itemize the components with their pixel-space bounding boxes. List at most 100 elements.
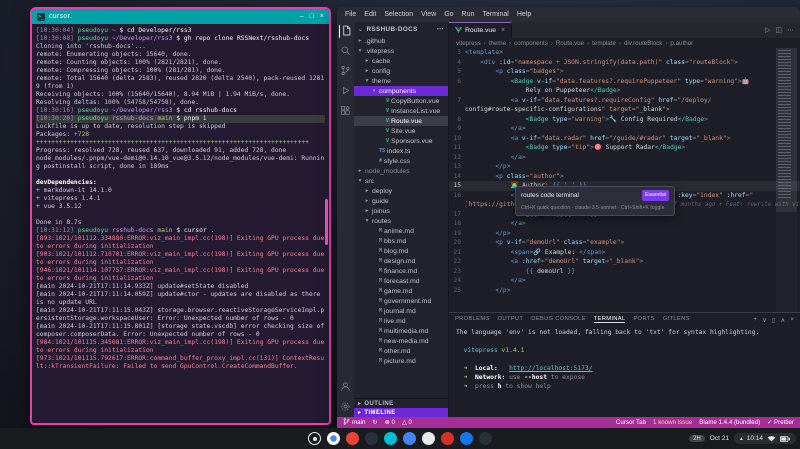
- tree-item-index.ts[interactable]: TSindex.ts: [354, 146, 448, 156]
- breadcrumb-item[interactable]: theme: [489, 40, 506, 47]
- tree-item-CopyButton.vue[interactable]: VCopyButton.vue: [354, 96, 448, 106]
- tree-item-blog.md[interactable]: Mblog.md: [354, 246, 448, 256]
- minimap[interactable]: [776, 48, 797, 312]
- breadcrumb-item[interactable]: Route.vue: [556, 40, 584, 47]
- tree-item-InstanceList.vue[interactable]: VInstanceList.vue: [354, 106, 448, 116]
- panel-tab-debug-console[interactable]: DEBUG CONSOLE: [531, 316, 585, 323]
- tray-expand-icon[interactable]: ▴: [740, 436, 743, 442]
- panel-tab-ports[interactable]: PORTS: [633, 316, 654, 323]
- code-line[interactable]: 9 </a>: [449, 124, 800, 134]
- tree-item-Site.vue[interactable]: VSite.vue: [354, 126, 448, 136]
- status-warn[interactable]: △ 0: [402, 419, 412, 426]
- minimap-viewport[interactable]: [776, 48, 797, 212]
- breadcrumb-item[interactable]: div.routeBlock: [624, 40, 662, 47]
- code-line[interactable]: 19 </p>: [449, 229, 800, 239]
- tree-item-game.md[interactable]: Mgame.md: [354, 286, 448, 296]
- code-line[interactable]: 3<template>: [449, 48, 800, 58]
- panel-terminal-output[interactable]: The language 'env' is not loaded, fallin…: [449, 326, 800, 417]
- menu-run[interactable]: Run: [462, 11, 475, 18]
- activity-run-debug[interactable]: [339, 85, 352, 98]
- status-1-known-issue[interactable]: 1 known issue: [653, 419, 692, 426]
- code-line[interactable]: 21 <span>🔗 Example: </span>: [449, 248, 800, 258]
- more-actions-icon[interactable]: ⋯: [787, 26, 794, 34]
- menu-view[interactable]: View: [421, 11, 436, 18]
- code-line[interactable]: 22 <a :href="demoUrl" target="_blank">: [449, 257, 800, 267]
- tree-item-finance.md[interactable]: Mfinance.md: [354, 266, 448, 276]
- code-line[interactable]: 10 <a v-if="data.radar" href="/guide/#ra…: [449, 134, 800, 144]
- code-line[interactable]: Rely on Puppeteer</Badge>: [449, 86, 800, 96]
- shelf-app-chrome[interactable]: [327, 432, 340, 445]
- run-button[interactable]: ▷: [765, 26, 770, 34]
- menu-help[interactable]: Help: [517, 11, 531, 18]
- tree-item-Route.vue[interactable]: VRoute.vue: [354, 116, 448, 126]
- tree-item-journal.md[interactable]: Mjournal.md: [354, 306, 448, 316]
- terminal-scrollbar[interactable]: [325, 199, 328, 245]
- tree-item-guide[interactable]: ▸guide: [354, 196, 448, 206]
- terminal-titlebar[interactable]: >_ cursor. – □ ×: [32, 9, 329, 24]
- code-line[interactable]: 18 </a>: [449, 219, 800, 229]
- code-line[interactable]: 8 <Badge type="warning">🔧 Config Require…: [449, 115, 800, 125]
- terminal-maximize-button[interactable]: □: [310, 13, 314, 20]
- tree-item-forecast.md[interactable]: Mforecast.md: [354, 276, 448, 286]
- activity-explorer[interactable]: [339, 25, 352, 38]
- activity-settings[interactable]: [339, 401, 352, 414]
- tree-item-cache[interactable]: ▸cache: [354, 56, 448, 66]
- code-line[interactable]: 13 </p>: [449, 162, 800, 172]
- maximize-panel-icon[interactable]: ∧: [780, 316, 785, 324]
- tree-item-config[interactable]: ▸config: [354, 66, 448, 76]
- code-line[interactable]: 12 </a>: [449, 153, 800, 163]
- code-line[interactable]: 25 </p>: [449, 286, 800, 296]
- shelf-app-files[interactable]: [384, 432, 397, 445]
- tree-item-.vitepress[interactable]: ▾.vitepress: [354, 46, 448, 56]
- tree-item-anime.md[interactable]: Manime.md: [354, 226, 448, 236]
- code-line[interactable]: 6 <Badge v-if="data.features?.requirePup…: [449, 77, 800, 87]
- tree-item-.github[interactable]: ▸.github: [354, 36, 448, 46]
- tree-item-theme[interactable]: ▾theme: [354, 76, 448, 86]
- status-cursor-tab[interactable]: Cursor Tab: [616, 419, 646, 426]
- kill-terminal-icon[interactable]: ▯: [772, 316, 776, 324]
- menu-file[interactable]: File: [345, 11, 356, 18]
- code-line[interactable]: 14 <p class="author">: [449, 172, 800, 182]
- shelf-app-photos[interactable]: [403, 432, 416, 445]
- tree-item-routes[interactable]: ▾routes: [354, 216, 448, 226]
- status-err[interactable]: ⊗ 0: [385, 419, 395, 426]
- code-line[interactable]: 23 {{ demoUrl }}: [449, 267, 800, 277]
- terminal-close-button[interactable]: ×: [320, 13, 324, 20]
- tree-item-new-media.md[interactable]: Mnew-media.md: [354, 336, 448, 346]
- activity-search[interactable]: [339, 45, 352, 58]
- panel-tab-terminal[interactable]: TERMINAL: [594, 316, 626, 323]
- tree-item-picture.md[interactable]: Mpicture.md: [354, 356, 448, 366]
- tree-item-components[interactable]: ▾components: [354, 86, 448, 96]
- tree-item-other.md[interactable]: Mother.md: [354, 346, 448, 356]
- menu-go[interactable]: Go: [444, 11, 453, 18]
- code-editor[interactable]: 3<template>4 <div :id="namespace + JSON.…: [449, 48, 800, 312]
- code-line[interactable]: 11 <Badge type="tip">🎯 Support Radar</Ba…: [449, 143, 800, 153]
- tree-item-multimedia.md[interactable]: Mmultimedia.md: [354, 326, 448, 336]
- tab-route-vue[interactable]: Route.vue ×: [449, 22, 512, 38]
- tree-item-bbs.md[interactable]: Mbbs.md: [354, 236, 448, 246]
- menu-terminal[interactable]: Terminal: [482, 11, 508, 18]
- breadcrumb-item[interactable]: components: [514, 40, 548, 47]
- split-editor-icon[interactable]: ◫: [775, 26, 782, 34]
- panel-tab-problems[interactable]: PROBLEMS: [455, 316, 490, 323]
- code-line[interactable]: 4 <div :id="namespace + JSON.stringify(d…: [449, 58, 800, 68]
- explorer-more-icon[interactable]: ⋯: [437, 25, 444, 33]
- menu-selection[interactable]: Selection: [384, 11, 413, 18]
- explorer-header[interactable]: ⌄ RSSHUB-DOCS ⋯: [354, 22, 448, 36]
- tree-item-deploy[interactable]: ▸deploy: [354, 186, 448, 196]
- status-sync[interactable]: ↻: [372, 419, 377, 426]
- code-line[interactable]: 24 </a>: [449, 276, 800, 286]
- tree-item-design.md[interactable]: Mdesign.md: [354, 256, 448, 266]
- code-line[interactable]: 7 <a v-if="data.features?.requireConfig"…: [449, 96, 800, 106]
- shelf-app-play-store[interactable]: [422, 432, 435, 445]
- activity-extensions[interactable]: [339, 105, 352, 118]
- tree-item-joinus[interactable]: ▸joinus: [354, 206, 448, 216]
- status-branch[interactable]: main: [343, 417, 365, 428]
- shelf-app-terminal[interactable]: [479, 432, 492, 445]
- sidebar-section-timeline[interactable]: ▸TIMELINE: [354, 408, 448, 417]
- breadcrumb-item[interactable]: template: [592, 40, 616, 47]
- tree-item-live.md[interactable]: Mlive.md: [354, 316, 448, 326]
- shelf-app-gmail[interactable]: [346, 432, 359, 445]
- terminal-minimize-button[interactable]: –: [300, 13, 304, 20]
- tree-item-src[interactable]: ▾src: [354, 176, 448, 186]
